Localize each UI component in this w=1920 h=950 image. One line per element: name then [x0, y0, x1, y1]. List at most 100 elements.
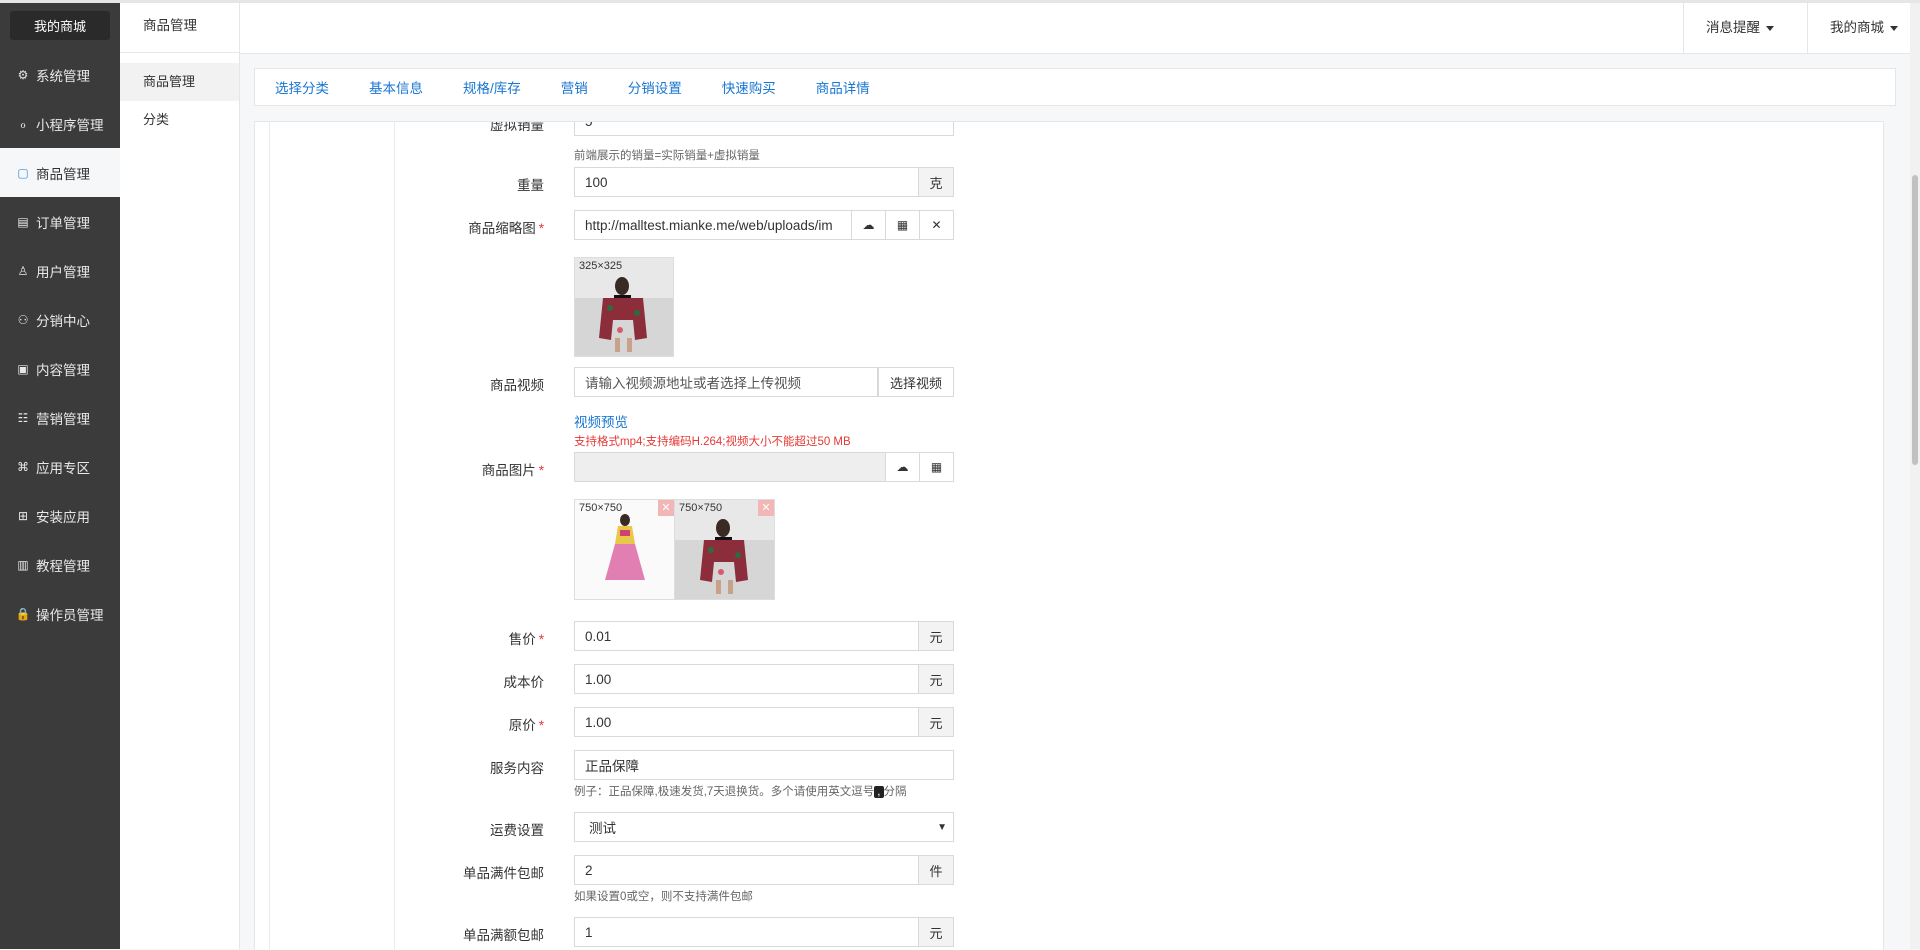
- thumbnail-label: 商品缩略图 *: [468, 221, 544, 236]
- weight-unit: 克: [918, 168, 953, 196]
- divider: [269, 122, 270, 950]
- free-by-count-label: 单品满件包邮: [463, 866, 544, 881]
- product-image-2: 750×750 ✕: [674, 499, 775, 600]
- product-image-1: 750×750 ✕: [574, 499, 675, 600]
- sidebar-item[interactable]: ⚙ 系统管理: [0, 50, 120, 99]
- sidebar-item[interactable]: ⌘ 应用专区: [0, 442, 120, 491]
- brand[interactable]: 我的商城: [0, 0, 120, 50]
- cost-price-label: 成本价: [503, 675, 545, 690]
- goods-edit-tabs: 选择分类 基本信息 规格/库存 营销 分销设置 快速购买 商品详情: [254, 68, 1896, 106]
- sidebar-item-label: 安装应用: [36, 509, 90, 525]
- sub-sidebar-item-goods[interactable]: 商品管理: [120, 63, 239, 101]
- sitemap-icon: ⚇: [17, 312, 29, 327]
- user-icon: ♙: [17, 263, 29, 278]
- puzzle-icon: ⌘: [17, 459, 29, 474]
- thumbnail-url-input[interactable]: http://malltest.mianke.me/web/uploads/im…: [574, 210, 954, 240]
- sidebar-item-label: 用户管理: [36, 264, 90, 280]
- sidebar-item-label: 应用专区: [36, 460, 90, 476]
- sub-sidebar: 商品管理 商品管理 分类: [120, 0, 240, 949]
- sidebar-item[interactable]: ⚇ 分销中心: [0, 295, 120, 344]
- select-video-button[interactable]: 选择视频: [878, 367, 954, 397]
- sidebar-item-label: 教程管理: [36, 558, 90, 574]
- weight-input[interactable]: 100 克: [574, 167, 954, 197]
- close-icon[interactable]: ✕: [919, 211, 953, 239]
- free-by-count-input[interactable]: 2件: [574, 855, 954, 885]
- freight-select[interactable]: 测试 ▼: [574, 812, 954, 842]
- free-by-count-unit: 件: [918, 856, 953, 884]
- images-input[interactable]: ☁ ▦: [574, 452, 954, 482]
- shop-dropdown[interactable]: 我的商城: [1807, 3, 1920, 53]
- tab-quick-buy[interactable]: 快速购买: [722, 77, 776, 97]
- upload-cloud-icon[interactable]: ☁: [885, 453, 919, 481]
- remove-image-icon[interactable]: ✕: [758, 500, 774, 516]
- sidebar-item-label: 订单管理: [36, 215, 90, 231]
- free-by-amount-unit: 元: [918, 918, 953, 946]
- tab-goods-detail[interactable]: 商品详情: [816, 77, 870, 97]
- sidebar-item[interactable]: ▥ 教程管理: [0, 540, 120, 589]
- service-label: 服务内容: [490, 761, 544, 776]
- tab-select-category[interactable]: 选择分类: [275, 77, 329, 97]
- price-unit: 元: [918, 622, 953, 650]
- sidebar-item[interactable]: ℴ 小程序管理: [0, 99, 120, 148]
- cost-price-input[interactable]: 1.00 元: [574, 664, 954, 694]
- grid-picker-icon[interactable]: ▦: [919, 453, 953, 481]
- sidebar-item[interactable]: ▤ 订单管理: [0, 197, 120, 246]
- tab-marketing[interactable]: 营销: [561, 77, 588, 97]
- notice-label: 消息提醒: [1706, 20, 1760, 35]
- thumbnail-preview: 325×325: [574, 257, 674, 357]
- original-price-input[interactable]: 1.00 元: [574, 707, 954, 737]
- scrollbar-thumb[interactable]: [1912, 175, 1918, 465]
- upload-cloud-icon[interactable]: ☁: [851, 211, 885, 239]
- notice-dropdown[interactable]: 消息提醒: [1683, 3, 1796, 53]
- book-icon: ▥: [17, 557, 29, 572]
- sidebar-item[interactable]: ▢ 商品管理: [0, 148, 120, 197]
- sub-sidebar-item-category[interactable]: 分类: [120, 101, 239, 139]
- select-arrow-icon: ▼: [937, 821, 947, 833]
- sidebar-item[interactable]: ▣ 内容管理: [0, 344, 120, 393]
- order-icon: ▤: [17, 214, 29, 229]
- sidebar-item[interactable]: ♙ 用户管理: [0, 246, 120, 295]
- freight-label: 运费设置: [490, 823, 544, 838]
- tab-distribution[interactable]: 分销设置: [628, 77, 682, 97]
- service-help: 例子：正品保障,极速发货,7天退换货。多个请使用英文逗号, 分隔: [574, 786, 907, 798]
- free-by-amount-input[interactable]: 1元: [574, 917, 954, 947]
- sidebar-item-label: 小程序管理: [36, 117, 104, 133]
- free-by-amount-label: 单品满额包邮: [463, 928, 544, 943]
- apps-icon: ⊞: [17, 508, 29, 523]
- sidebar-item-label: 营销管理: [36, 411, 90, 427]
- miniprogram-icon: ℴ: [20, 116, 26, 131]
- sidebar-item[interactable]: ⊞ 安装应用: [0, 491, 120, 540]
- sidebar-item-label: 操作员管理: [36, 607, 104, 623]
- sidebar-item-label: 内容管理: [36, 362, 90, 378]
- sidebar-item-label: 系统管理: [36, 68, 90, 84]
- virtual-sales-input[interactable]: 5: [574, 122, 954, 136]
- brand-label: 我的商城: [10, 10, 110, 40]
- sub-sidebar-title: 商品管理: [120, 0, 239, 53]
- service-input[interactable]: 正品保障: [574, 750, 954, 780]
- main-sidebar: 我的商城 ⚙ 系统管理 ℴ 小程序管理 ▢ 商品管理 ▤ 订单管理 ♙ 用户管理 ⚇ 分销中心 ▣ 内容管…: [0, 0, 120, 949]
- price-input[interactable]: 0.01 元: [574, 621, 954, 651]
- bag-icon: ▢: [17, 165, 29, 180]
- page-scrollbar[interactable]: [1910, 0, 1920, 949]
- grid-picker-icon[interactable]: ▦: [885, 211, 919, 239]
- product-photo: [575, 258, 673, 356]
- sidebar-item[interactable]: 🔒 操作员管理: [0, 589, 120, 638]
- tab-spec-stock[interactable]: 规格/库存: [463, 77, 521, 97]
- form-panel: 虚拟销量 5 前端展示的销量=实际销量+虚拟销量 重量 100 克 商品缩略图 * …: [254, 121, 1884, 950]
- top-header: 消息提醒 我的商城: [240, 3, 1920, 54]
- sidebar-item[interactable]: ☷ 营销管理: [0, 393, 120, 442]
- video-help: 支持格式mp4;支持编码H.264;视频大小不能超过50 MB: [574, 436, 851, 448]
- lock-icon: 🔒: [15, 606, 31, 621]
- content-icon: ▣: [17, 361, 29, 376]
- remove-image-icon[interactable]: ✕: [658, 500, 674, 516]
- original-price-unit: 元: [918, 708, 953, 736]
- video-preview-link[interactable]: 视频预览: [574, 411, 628, 431]
- tab-basic-info[interactable]: 基本信息: [369, 77, 423, 97]
- virtual-sales-help: 前端展示的销量=实际销量+虚拟销量: [574, 150, 760, 162]
- shop-label: 我的商城: [1830, 20, 1884, 35]
- free-by-count-help: 如果设置0或空，则不支持满件包邮: [574, 891, 753, 903]
- original-price-label: 原价 *: [508, 718, 544, 733]
- cost-price-unit: 元: [918, 665, 953, 693]
- top-border: [0, 0, 1920, 3]
- video-url-input[interactable]: 请输入视频源地址或者选择上传视频: [574, 367, 878, 397]
